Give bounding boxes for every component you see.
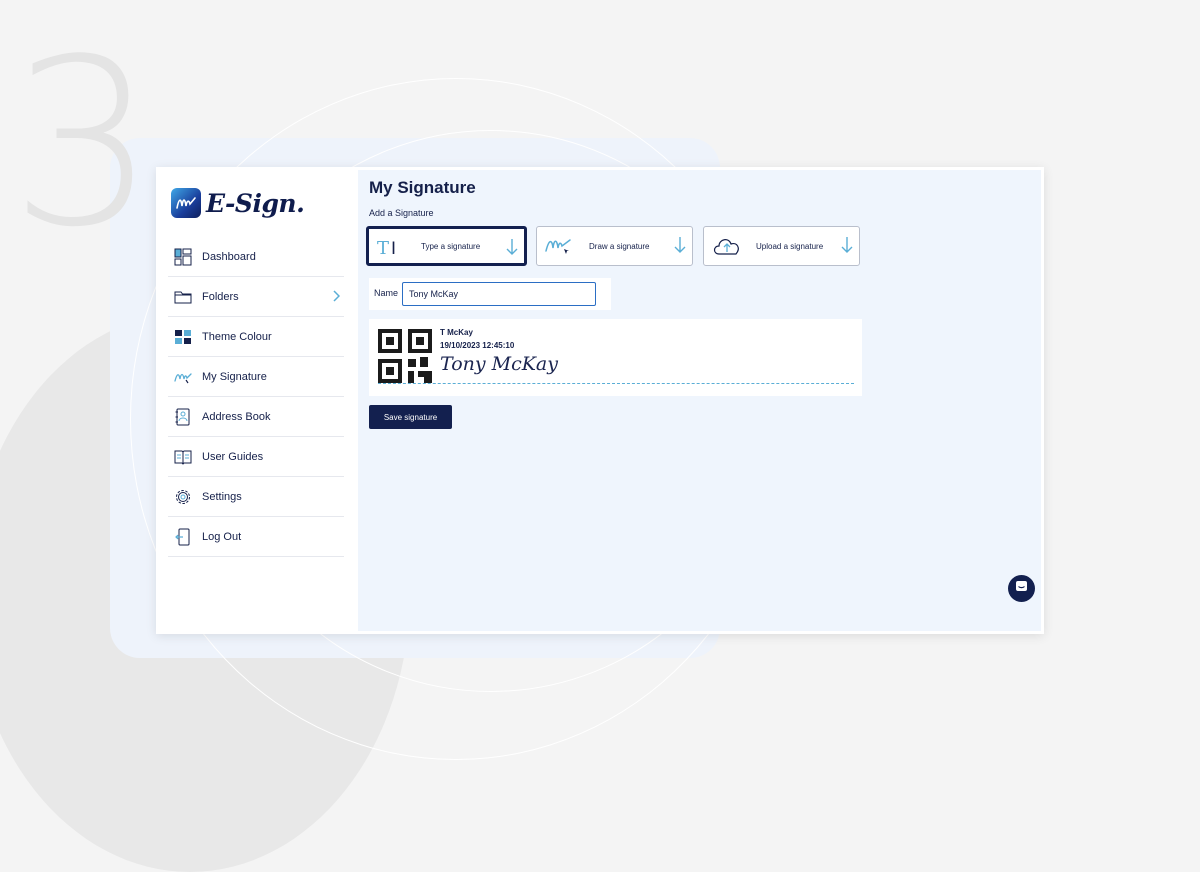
sidebar-item-dashboard[interactable]: Dashboard	[168, 237, 344, 277]
signature-timestamp: 19/10/2023 12:45:10	[440, 341, 515, 350]
qr-code-icon	[378, 329, 432, 383]
draw-pen-icon	[544, 233, 574, 257]
sidebar-item-label: Folders	[202, 290, 239, 303]
book-icon	[173, 447, 193, 467]
cloud-upload-icon	[711, 233, 741, 257]
svg-text:I: I	[391, 239, 396, 259]
sidebar-item-label: My Signature	[202, 370, 267, 383]
sidebar-item-user-guides[interactable]: User Guides	[168, 437, 344, 477]
sidebar-item-my-signature[interactable]: My Signature	[168, 357, 344, 397]
sidebar-item-log-out[interactable]: Log Out	[168, 517, 344, 557]
option-label: Upload a signature	[756, 241, 824, 251]
section-subtitle: Add a Signature	[369, 208, 434, 218]
logo-text: E-Sign.	[206, 188, 305, 218]
signer-name: T McKay	[440, 328, 473, 337]
sidebar-item-label: Dashboard	[202, 250, 256, 263]
dashboard-icon	[173, 247, 193, 267]
arrow-down-icon	[841, 236, 853, 259]
sidebar-item-folders[interactable]: Folders	[168, 277, 344, 317]
name-label: Name	[374, 288, 399, 298]
sidebar-item-label: Theme Colour	[202, 330, 272, 343]
theme-icon	[173, 327, 193, 347]
save-signature-button[interactable]: Save signature	[369, 405, 452, 429]
main-panel: My Signature Add a Signature TI Type a s…	[358, 170, 1041, 631]
chevron-right-icon[interactable]	[332, 289, 341, 307]
address-book-icon	[173, 407, 193, 427]
arrow-down-icon	[506, 238, 518, 261]
step-number: 3	[10, 11, 157, 278]
sidebar-item-theme-colour[interactable]: Theme Colour	[168, 317, 344, 357]
sidebar-item-label: Log Out	[202, 530, 242, 543]
svg-text:T: T	[377, 238, 389, 259]
chat-icon	[1015, 580, 1028, 598]
sidebar: E-Sign. Dashboard Folders Theme Colour M…	[156, 167, 358, 634]
name-input[interactable]	[402, 282, 596, 306]
signature-preview: T McKay 19/10/2023 12:45:10 Tony McKay	[369, 319, 862, 396]
draw-signature-option[interactable]: Draw a signature	[536, 226, 693, 266]
sidebar-item-label: User Guides	[202, 450, 264, 463]
sidebar-item-address-book[interactable]: Address Book	[168, 397, 344, 437]
type-text-icon: TI	[376, 235, 406, 259]
sidebar-nav: Dashboard Folders Theme Colour My Signat…	[168, 237, 344, 557]
signature-line	[378, 383, 854, 384]
option-label: Draw a signature	[589, 241, 650, 251]
logo[interactable]: E-Sign.	[171, 188, 305, 218]
app-window: E-Sign. Dashboard Folders Theme Colour M…	[156, 167, 1044, 634]
typed-signature: Tony McKay	[440, 353, 558, 375]
option-label: Type a signature	[421, 241, 481, 251]
chat-button[interactable]	[1008, 575, 1035, 602]
upload-signature-option[interactable]: Upload a signature	[703, 226, 860, 266]
arrow-down-icon	[674, 236, 686, 259]
folder-icon	[173, 287, 193, 307]
logout-icon	[173, 527, 193, 547]
gear-icon	[173, 487, 193, 507]
name-field-group: Name	[369, 278, 611, 310]
sidebar-item-label: Address Book	[202, 410, 271, 423]
page-title: My Signature	[369, 178, 476, 197]
type-signature-option[interactable]: TI Type a signature	[366, 226, 527, 266]
logo-signature-icon	[171, 188, 201, 218]
sidebar-item-settings[interactable]: Settings	[168, 477, 344, 517]
signature-icon	[173, 367, 193, 387]
sidebar-item-label: Settings	[202, 490, 242, 503]
